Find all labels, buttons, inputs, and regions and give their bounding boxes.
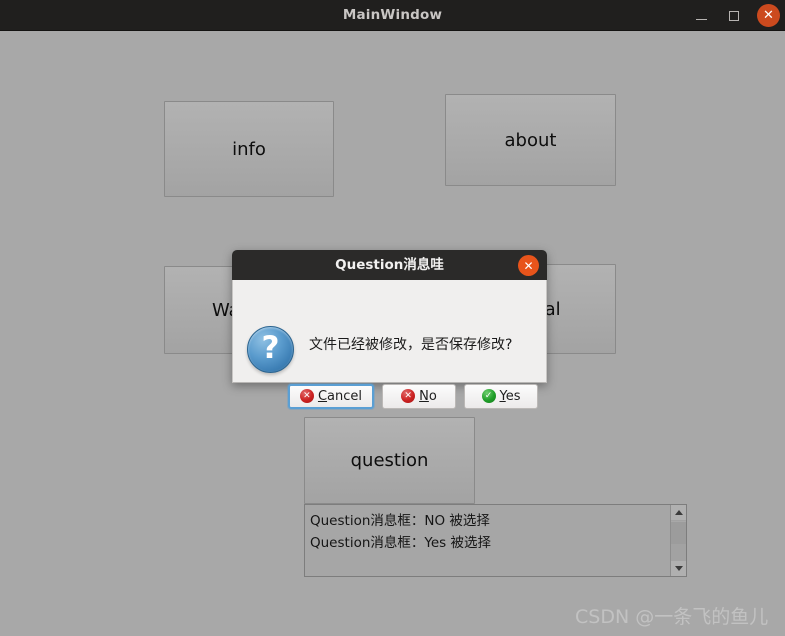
- cancel-rest-label: ancel: [327, 388, 362, 404]
- about-button-label: about: [504, 129, 557, 151]
- minimize-icon[interactable]: [690, 5, 712, 27]
- dialog-body: ? 文件已经被修改，是否保存修改? ✕ Cancel ✕ No ✓ Yes: [232, 280, 547, 409]
- ok-badge-icon: ✓: [481, 389, 496, 403]
- main-window: MainWindow ✕ info about Warning critical…: [0, 0, 785, 636]
- minimize-glyph: [695, 18, 707, 20]
- log-scrollbar[interactable]: [670, 505, 686, 576]
- question-button-label: question: [350, 450, 429, 471]
- error-badge-glyph: ✕: [404, 390, 412, 401]
- dialog-close-icon[interactable]: ✕: [518, 255, 539, 276]
- dialog-close-glyph: ✕: [523, 258, 534, 273]
- scrollbar-thumb[interactable]: [671, 521, 686, 544]
- log-list-box[interactable]: Question消息框：NO 被选择 Question消息框：Yes 被选择: [304, 504, 687, 577]
- triangle-down-glyph: [674, 566, 683, 571]
- dialog-message: 文件已经被修改，是否保存修改?: [309, 337, 513, 353]
- question-mark-glyph: ?: [261, 330, 280, 366]
- watermark-text: CSDN @一条飞的鱼儿: [575, 606, 769, 628]
- error-badge-icon: ✕: [299, 389, 314, 403]
- dialog-titlebar: Question消息哇 ✕: [232, 250, 547, 280]
- question-button[interactable]: question: [304, 417, 475, 504]
- close-glyph: ✕: [763, 8, 774, 23]
- no-accel-char: N: [419, 388, 429, 404]
- about-button[interactable]: about: [445, 94, 616, 186]
- question-dialog: Question消息哇 ✕ ? 文件已经被修改，是否保存修改? ✕ Cancel: [232, 250, 547, 409]
- yes-rest-label: es: [505, 388, 521, 404]
- close-icon[interactable]: ✕: [757, 4, 780, 27]
- question-mark-icon: ?: [247, 326, 294, 373]
- window-titlebar: MainWindow ✕: [0, 0, 785, 31]
- scroll-up-icon[interactable]: [671, 505, 686, 520]
- info-button-label: info: [232, 138, 266, 160]
- no-button[interactable]: ✕ No: [382, 383, 456, 409]
- cancel-button[interactable]: ✕ Cancel: [287, 383, 374, 409]
- log-list-items: Question消息框：NO 被选择 Question消息框：Yes 被选择: [305, 505, 670, 576]
- maximize-glyph: [729, 11, 739, 21]
- yes-button[interactable]: ✓ Yes: [464, 383, 538, 409]
- cancel-button-label: Cancel: [318, 389, 362, 404]
- error-badge-icon: ✕: [401, 389, 416, 403]
- yes-button-label: Yes: [500, 389, 521, 404]
- ok-badge-glyph: ✓: [484, 390, 493, 401]
- no-button-label: No: [419, 389, 437, 404]
- list-item[interactable]: Question消息框：Yes 被选择: [310, 532, 670, 554]
- info-button[interactable]: info: [164, 101, 334, 197]
- dialog-button-row: ✕ Cancel ✕ No ✓ Yes: [233, 380, 548, 412]
- no-rest-label: o: [428, 388, 437, 404]
- list-item[interactable]: Question消息框：NO 被选择: [310, 510, 670, 532]
- scroll-down-icon[interactable]: [671, 561, 686, 576]
- maximize-icon[interactable]: [723, 5, 745, 27]
- triangle-up-glyph: [674, 510, 683, 515]
- cancel-accel-char: C: [317, 388, 328, 404]
- dialog-title: Question消息哇: [335, 257, 444, 273]
- window-title: MainWindow: [342, 7, 443, 23]
- error-badge-glyph: ✕: [303, 390, 311, 401]
